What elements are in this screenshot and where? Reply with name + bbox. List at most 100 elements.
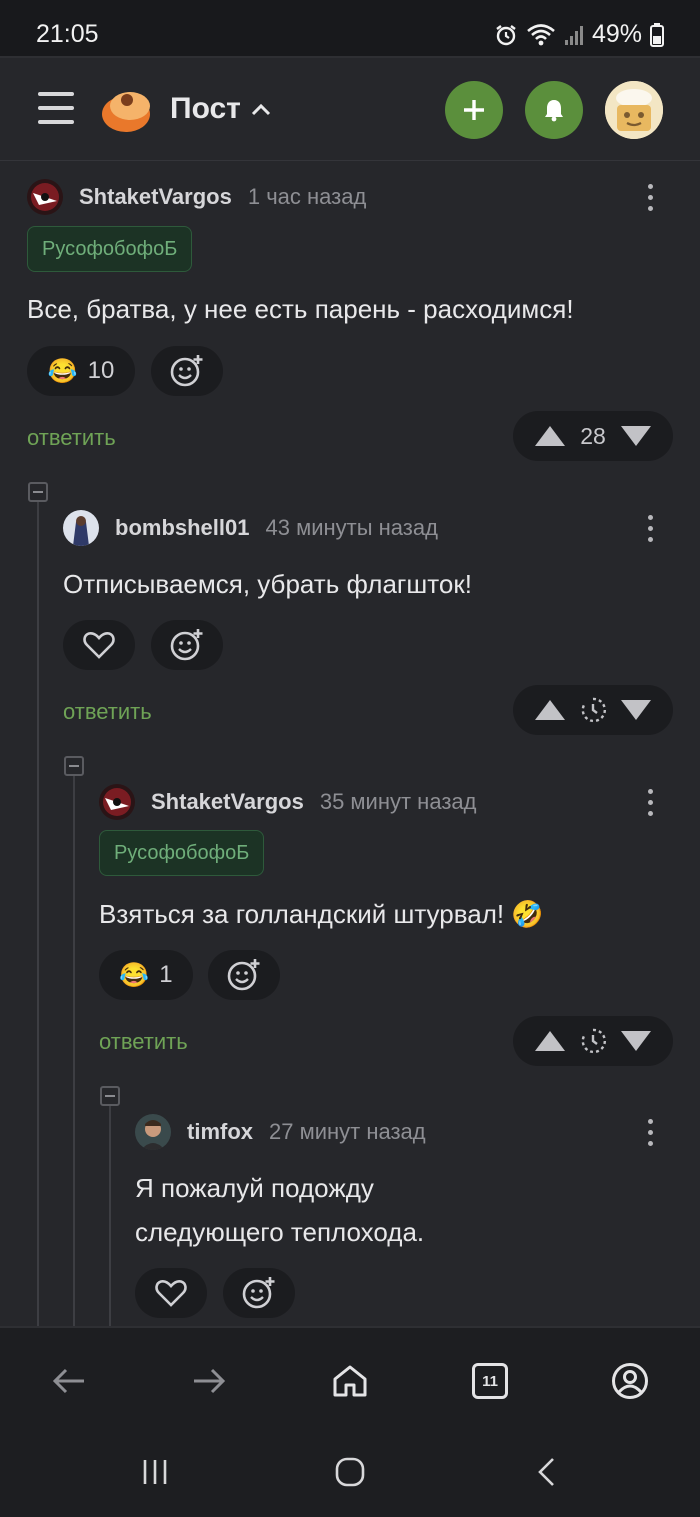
avatar[interactable] [27, 179, 63, 215]
home-circle-icon [335, 1457, 365, 1487]
like-button[interactable] [63, 620, 135, 670]
home-button[interactable] [330, 1361, 370, 1401]
forward-button[interactable] [189, 1361, 229, 1401]
tabs-button[interactable]: 11 [470, 1361, 510, 1401]
add-reaction-button[interactable] [223, 1268, 295, 1318]
page-title-text: Пост [170, 92, 241, 125]
recent-apps-icon [143, 1460, 167, 1484]
collapse-thread-button[interactable] [28, 482, 48, 502]
status-icons: 49% [494, 20, 664, 49]
comment-text: Отписываемся, убрать флагшток! [63, 569, 472, 599]
menu-icon[interactable] [38, 92, 74, 124]
comment-time[interactable]: 43 минуты назад [265, 515, 437, 541]
system-back-button[interactable] [527, 1452, 567, 1492]
vote-control [513, 1016, 673, 1066]
more-options-icon[interactable] [646, 184, 654, 217]
add-icon [464, 100, 484, 120]
page-title[interactable]: Пост [170, 92, 271, 126]
recent-apps-button[interactable] [135, 1452, 175, 1492]
back-arrow-icon [52, 1368, 84, 1394]
pending-score-icon [581, 1028, 606, 1054]
battery-icon [650, 22, 664, 47]
downvote-icon[interactable] [620, 699, 652, 721]
comment-header: timfox 27 минут назад [135, 1114, 426, 1150]
system-back-icon [538, 1458, 554, 1486]
avatar[interactable] [63, 510, 99, 546]
comment-text: Все, братва, у нее есть парень - расходи… [27, 294, 574, 324]
app-bar: Пост [0, 60, 700, 161]
vote-score: 28 [580, 422, 606, 449]
tabs-icon: 11 [472, 1363, 508, 1399]
comments-list: ShtaketVargos 1 час назад РусофобофоБ Вс… [0, 162, 700, 1326]
back-button[interactable] [49, 1361, 89, 1401]
signal-icon [564, 25, 583, 45]
comment-author[interactable]: bombshell01 [115, 515, 249, 541]
add-reaction-icon [227, 959, 260, 991]
system-navigation-bar [0, 1432, 700, 1517]
vote-control [513, 685, 673, 735]
more-options-icon[interactable] [646, 789, 654, 822]
like-button[interactable] [135, 1268, 207, 1318]
heart-icon [155, 1279, 187, 1307]
reply-link[interactable]: ответить [63, 699, 152, 725]
avatar[interactable] [135, 1114, 171, 1150]
notifications-button[interactable] [525, 81, 583, 139]
comment-time[interactable]: 27 минут назад [269, 1119, 426, 1145]
heart-icon [83, 631, 115, 659]
logo-icon[interactable] [100, 82, 154, 136]
comment-author[interactable]: timfox [187, 1119, 253, 1145]
status-bar: 21:05 49% [0, 0, 700, 58]
add-reaction-button[interactable] [151, 620, 223, 670]
comment-author[interactable]: ShtaketVargos [151, 789, 304, 815]
forward-arrow-icon [194, 1368, 226, 1394]
add-reaction-icon [170, 629, 203, 661]
comment-header: ShtaketVargos 1 час назад [27, 179, 366, 215]
comment-time[interactable]: 1 час назад [248, 184, 366, 210]
profile-button[interactable] [610, 1361, 650, 1401]
battery-percent: 49% [591, 20, 642, 48]
upvote-icon[interactable] [534, 425, 566, 447]
reaction-button[interactable]: 😂 1 [99, 950, 193, 1000]
vote-control: 28 [513, 411, 673, 461]
more-options-icon[interactable] [646, 515, 654, 548]
wifi-icon [527, 23, 555, 45]
reaction-count: 10 [87, 357, 115, 384]
comment-header: ShtaketVargos 35 минут назад [99, 784, 476, 820]
system-home-button[interactable] [330, 1452, 370, 1492]
downvote-icon[interactable] [620, 425, 652, 447]
add-reaction-button[interactable] [208, 950, 280, 1000]
collapse-thread-button[interactable] [64, 756, 84, 776]
reply-link[interactable]: ответить [27, 425, 116, 451]
upvote-icon[interactable] [534, 1030, 566, 1052]
comment-header: bombshell01 43 минуты назад [63, 510, 438, 546]
thread-line [37, 502, 39, 1326]
avatar-icon[interactable] [605, 81, 663, 139]
add-reaction-button[interactable] [151, 346, 223, 396]
alarm-icon [496, 24, 516, 45]
chevron-up-icon[interactable] [251, 102, 271, 116]
tabs-count: 11 [482, 1372, 498, 1390]
laughing-emoji-icon: 😂 [47, 357, 78, 385]
upvote-icon[interactable] [534, 699, 566, 721]
user-tag[interactable]: РусофобофоБ [27, 226, 193, 272]
bell-icon [545, 100, 563, 122]
collapse-thread-button[interactable] [100, 1086, 120, 1106]
comment-text-line: Я пожалуй подожду [135, 1173, 374, 1203]
add-reaction-icon [170, 355, 203, 387]
reaction-button[interactable]: 😂 10 [27, 346, 135, 396]
comment-text: Взяться за голландский штурвал! 🤣 [99, 899, 544, 929]
reply-link[interactable]: ответить [99, 1029, 188, 1055]
avatar[interactable] [99, 784, 135, 820]
comment-author[interactable]: ShtaketVargos [79, 184, 232, 210]
add-button[interactable] [445, 81, 503, 139]
comment-time[interactable]: 35 минут назад [320, 789, 477, 815]
browser-toolbar: 11 [0, 1326, 700, 1432]
downvote-icon[interactable] [620, 1030, 652, 1052]
profile-icon [612, 1363, 648, 1399]
thread-line [73, 776, 75, 1326]
reaction-count: 1 [159, 961, 173, 988]
more-options-icon[interactable] [646, 1119, 654, 1152]
user-tag[interactable]: РусофобофоБ [99, 830, 265, 876]
laughing-emoji-icon: 😂 [119, 961, 150, 989]
thread-line [109, 1106, 111, 1326]
